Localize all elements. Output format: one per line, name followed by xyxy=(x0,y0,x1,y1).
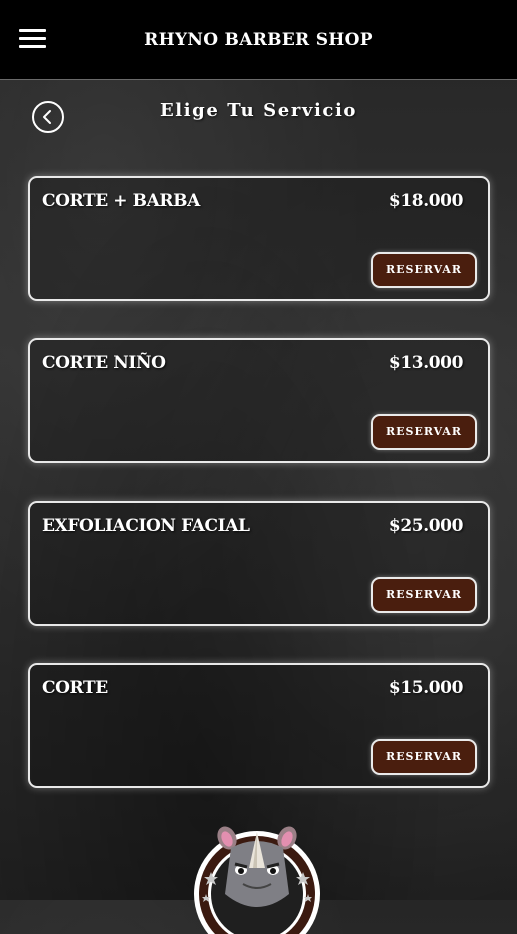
reserve-button[interactable]: RESERVAR xyxy=(371,577,477,613)
service-card: CORTE NIÑO $13.000 RESERVAR xyxy=(28,338,490,463)
top-app-bar: RHYNO BARBER SHOP xyxy=(0,0,517,80)
service-card: CORTE + BARBA $18.000 RESERVAR xyxy=(28,176,490,301)
service-price: $18.000 xyxy=(388,191,463,211)
app-title: RHYNO BARBER SHOP xyxy=(144,30,373,50)
reserve-button[interactable]: RESERVAR xyxy=(371,252,477,288)
reserve-button[interactable]: RESERVAR xyxy=(371,739,477,775)
service-price: $15.000 xyxy=(388,678,463,698)
service-card: EXFOLIACION FACIAL $25.000 RESERVAR xyxy=(28,501,490,626)
page-title: Elige Tu Servicio xyxy=(159,100,358,121)
service-name: EXFOLIACION FACIAL xyxy=(42,516,250,536)
service-name: CORTE xyxy=(42,678,108,698)
service-price: $25.000 xyxy=(388,516,463,536)
rhino-logo-icon xyxy=(194,826,320,934)
service-card: CORTE $15.000 RESERVAR xyxy=(28,663,490,788)
service-price: $13.000 xyxy=(388,353,463,373)
service-name: CORTE NIÑO xyxy=(42,353,166,373)
service-name: CORTE + BARBA xyxy=(42,191,200,211)
reserve-button[interactable]: RESERVAR xyxy=(371,414,477,450)
